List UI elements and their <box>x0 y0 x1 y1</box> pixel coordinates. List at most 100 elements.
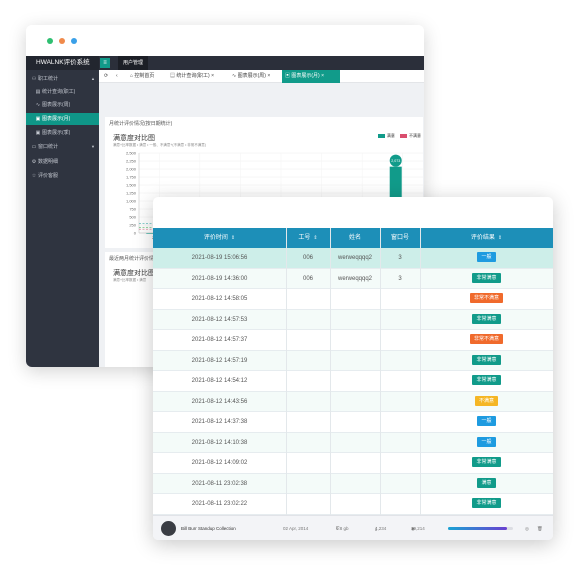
top-nav-users[interactable]: 用户管理 <box>118 56 149 70</box>
column-label: 姓名 <box>348 235 361 241</box>
sort-icon[interactable]: ⇕ <box>231 235 235 241</box>
view-icon[interactable]: ◎ <box>525 516 529 540</box>
cell-id <box>286 392 330 412</box>
window-close-dot[interactable] <box>71 38 77 44</box>
sidebar-item-details[interactable]: ⚙ 数据明细 <box>26 156 99 168</box>
cell-id <box>286 412 330 432</box>
progress-bar[interactable] <box>448 527 513 530</box>
cell-window: 3 <box>398 275 402 282</box>
tab-scroll-left-icon[interactable]: ‹ <box>113 70 118 83</box>
app-brand: HWALNK评价系统 <box>26 56 99 70</box>
tab-close-icon[interactable]: × <box>320 73 324 79</box>
cell-window <box>380 474 420 494</box>
cell-result: 非常满意 <box>420 453 553 473</box>
tab-chart-month[interactable]: ▣ 图表展示(月) × <box>282 70 340 83</box>
table-row[interactable]: 2021-08-12 14:37:38 一般 <box>153 412 553 433</box>
status-badge: 非常不满意 <box>469 334 503 345</box>
sidebar-item-chart-month[interactable]: ▣ 图表展示(月) <box>26 113 99 125</box>
cell-time: 2021-08-12 14:09:02 <box>191 460 248 466</box>
table-row[interactable]: 2021-08-12 14:09:02 非常满意 <box>153 453 553 474</box>
y-tick-label: 2,500 <box>126 151 137 156</box>
cell-result: 非常满意 <box>420 351 553 371</box>
column-header-time[interactable]: 评价时间 ⇕ <box>153 228 286 248</box>
window-chrome <box>26 25 424 56</box>
delete-icon[interactable]: 🗑 <box>537 516 543 540</box>
tab-label: 控制首页 <box>134 73 155 79</box>
column-label: 工号 <box>298 235 311 241</box>
star-icon: ☆ <box>31 173 37 179</box>
table-row[interactable]: 2021-08-12 14:10:38 一般 <box>153 432 553 453</box>
table-row[interactable]: 2021-08-19 14:36:00 006 werweqqqq2 3 非常满意 <box>153 268 553 289</box>
cell-window <box>380 494 420 514</box>
chevron-up-icon: ▲ <box>91 76 95 81</box>
sort-icon[interactable]: ⇕ <box>498 235 502 241</box>
sort-icon[interactable]: ⇕ <box>313 235 317 241</box>
media-title[interactable]: Bill Burr Standup Collection <box>181 516 236 540</box>
cell-name <box>330 330 380 350</box>
data-label: 2,073 <box>391 159 400 163</box>
table-row[interactable]: 2021-08-12 14:43:56 不满意 <box>153 391 553 412</box>
sidebar-item-label: 图表展示(季) <box>42 130 71 136</box>
sidebar-group-staff[interactable]: ⚇ 职工统计 ▲ <box>26 73 99 85</box>
tab-home[interactable]: ⌂ 控制首页 <box>127 70 154 83</box>
cell-name: werweqqqq2 <box>337 275 373 282</box>
sidebar-group-label: 窗口统计 <box>38 144 59 150</box>
sidebar-item-service[interactable]: ☆ 评价客服 <box>26 170 99 182</box>
table-row[interactable]: 2021-08-12 14:57:19 非常满意 <box>153 350 553 371</box>
status-badge: 非常不满意 <box>469 293 503 304</box>
window-minimize-dot[interactable] <box>59 38 65 44</box>
table-row[interactable]: 2021-08-12 14:57:37 非常不满意 <box>153 330 553 351</box>
table-row[interactable]: 2021-08-12 14:58:05 非常不满意 <box>153 289 553 310</box>
views-value: 19,214 <box>411 526 425 531</box>
cell-result: 不满意 <box>420 392 553 412</box>
sidebar-item-label: 评价客服 <box>38 173 59 179</box>
chart-title: 满意度对比图 <box>113 270 155 277</box>
cell-id: 006 <box>302 275 313 282</box>
table-row[interactable]: 2021-08-11 23:02:22 非常满意 <box>153 494 553 515</box>
cell-window <box>380 453 420 473</box>
column-divider <box>286 228 287 515</box>
table-row[interactable]: 2021-08-19 15:06:56 006 werweqqqq2 3 一般 <box>153 248 553 269</box>
chart-title: 满意度对比图 <box>113 135 155 142</box>
table-row[interactable]: 2021-08-12 14:54:12 非常满意 <box>153 371 553 392</box>
sidebar: ⚇ 职工统计 ▲ ▤ 统计查询(职工) ∿ 图表展示(周) ▣ 图表展示(月) ▣ 图表展示… <box>26 70 99 367</box>
chevron-down-icon: ▼ <box>91 144 95 149</box>
sidebar-group-window[interactable]: ▭ 窗口统计 ▼ <box>26 141 99 153</box>
refresh-icon[interactable]: ⟳ <box>101 70 108 83</box>
table-row[interactable]: 2021-08-11 23:02:38 满意 <box>153 473 553 494</box>
column-header-id[interactable]: 工号 ⇕ <box>286 228 330 248</box>
cell-id <box>286 494 330 514</box>
cell-name <box>330 371 380 391</box>
media-size-value: 6.8 gb <box>336 526 349 531</box>
menu-toggle-icon[interactable]: ≡ <box>100 58 110 68</box>
legend-label-unsatisfied[interactable]: 不满意 <box>409 133 421 138</box>
column-label: 评价时间 <box>203 235 228 241</box>
tab-chart-week[interactable]: ∿ 图表展示(周) × <box>229 70 270 83</box>
tab-label: 统计查询(职工) <box>176 73 210 79</box>
status-badge: 一般 <box>477 436 496 447</box>
cell-time: 2021-08-11 23:02:38 <box>191 480 248 487</box>
tab-close-icon[interactable]: × <box>266 73 270 79</box>
cell-id <box>286 310 330 330</box>
cell-window <box>380 412 420 432</box>
column-header-result[interactable]: 评价结果 ⇕ <box>420 228 553 248</box>
window-maximize-dot[interactable] <box>47 38 53 44</box>
tab-bar: ⟳ ‹ ⌂ 控制首页 ▤ 统计查询(职工) × ∿ 图表展示(周) × ▣ 图表… <box>99 70 424 83</box>
column-header-name: 姓名 <box>330 228 380 248</box>
sidebar-item-chart-week[interactable]: ∿ 图表展示(周) <box>26 99 99 111</box>
progress-fill <box>448 527 507 530</box>
tab-close-icon[interactable]: × <box>210 73 214 79</box>
cell-time: 2021-08-12 14:58:05 <box>191 296 248 302</box>
table-row[interactable]: 2021-08-12 14:57:53 非常满意 <box>153 309 553 330</box>
cell-result: 非常满意 <box>420 310 553 330</box>
sidebar-item-chart-quarter[interactable]: ▣ 图表展示(季) <box>26 127 99 139</box>
cell-time: 2021-08-12 14:37:38 <box>191 419 248 425</box>
card-title: 月统计评价情况(按日期统计) <box>109 121 173 127</box>
avatar[interactable] <box>161 521 176 536</box>
sidebar-item-query-staff[interactable]: ▤ 统计查询(职工) <box>26 86 99 98</box>
tab-query-staff[interactable]: ▤ 统计查询(职工) × <box>167 70 214 83</box>
tab-label: 图表展示(周) <box>237 73 266 79</box>
legend-label-satisfied[interactable]: 满意 <box>387 133 395 138</box>
cell-time: 2021-08-19 14:36:00 <box>191 275 248 282</box>
cell-window <box>380 433 420 453</box>
